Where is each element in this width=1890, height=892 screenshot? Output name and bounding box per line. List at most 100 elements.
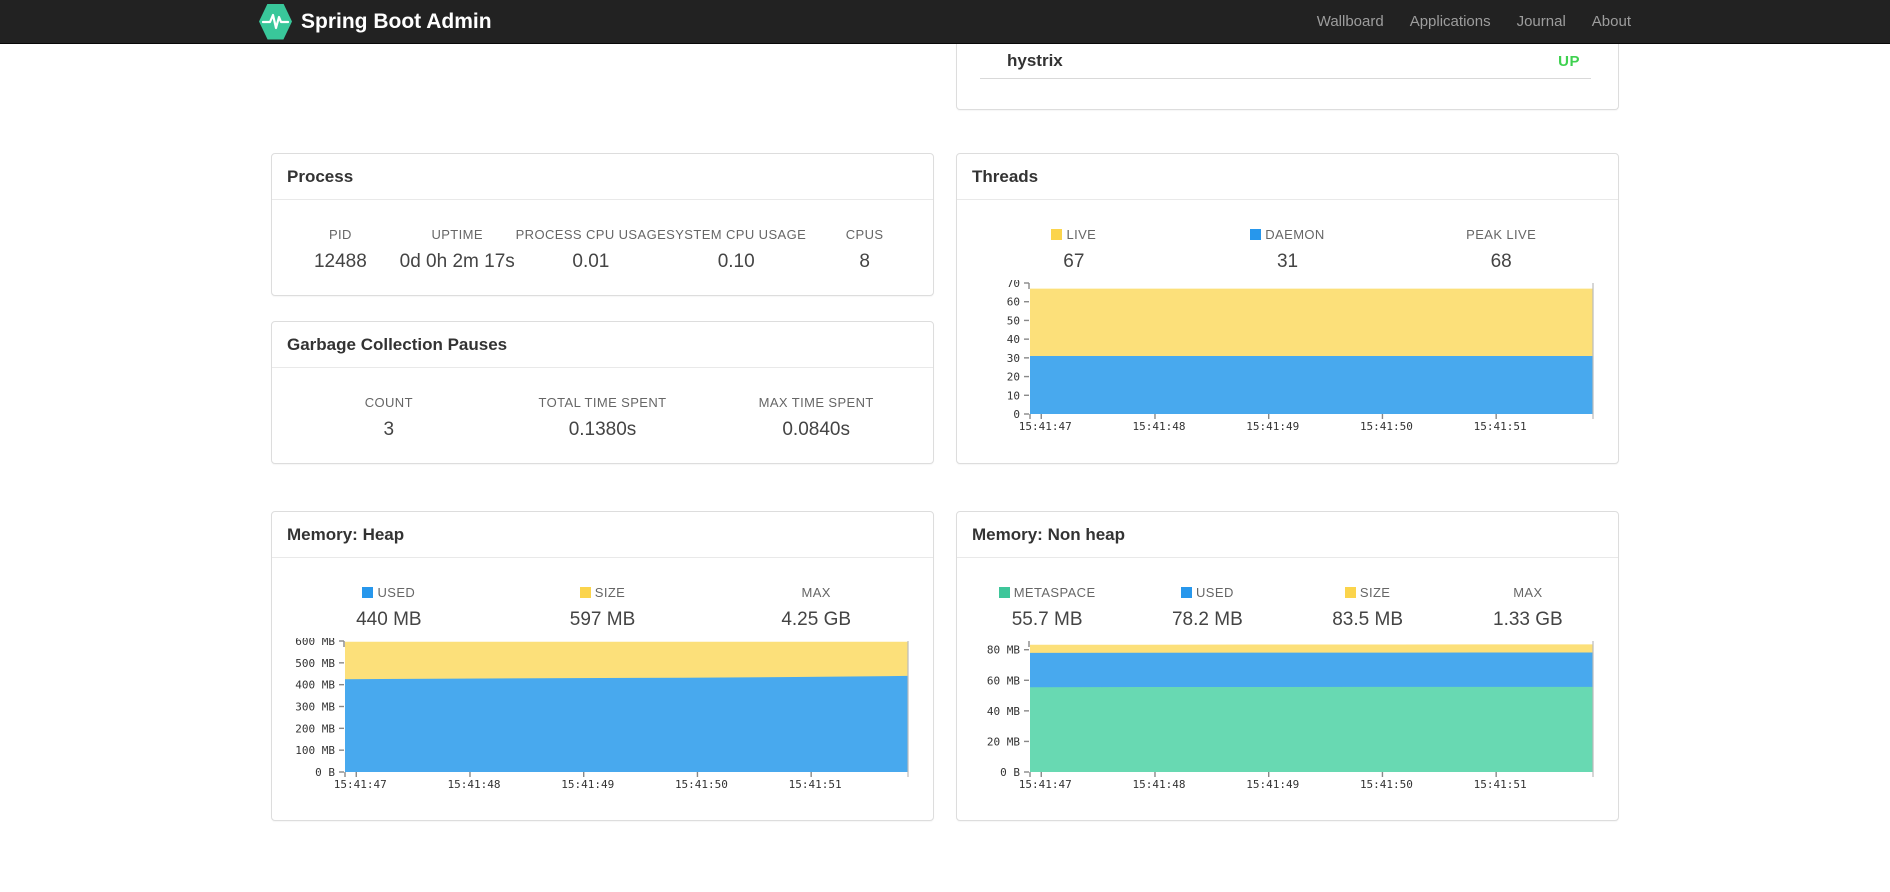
nav-link-journal[interactable]: Journal [1517, 13, 1566, 30]
threads-chart: 0 10 20 30 40 50 60 70 15:41:47 15:41:48 15:41:49 1… [972, 280, 1603, 434]
svg-text:15:41:47: 15:41:47 [334, 778, 387, 791]
size-legend-swatch [1344, 587, 1356, 598]
svg-text:15:41:49: 15:41:49 [561, 778, 614, 791]
svg-text:300 MB: 300 MB [295, 701, 335, 714]
metric-value: 0.1380s [568, 419, 637, 440]
metric-label: TOTAL TIME SPENT [538, 395, 667, 410]
svg-text:15:41:47: 15:41:47 [1019, 420, 1072, 433]
metric-label: SYSTEM CPU USAGE [666, 227, 807, 242]
metric-value: 1.33 GB [1493, 609, 1563, 630]
process-panel: Process PID 12488 UPTIME 0d 0h 2m 17s PR… [271, 153, 934, 296]
used-legend-swatch [1181, 587, 1193, 598]
memory_heap-chart-svg: 0 B 100 MB 200 MB 300 MB 400 MB 500 MB 600 MB 1… [295, 638, 909, 791]
row-divider [980, 78, 1591, 79]
metric-value: 55.7 MB [1011, 609, 1083, 630]
main-content: Process PID 12488 UPTIME 0d 0h 2m 17s PR… [271, 44, 1619, 821]
svg-text:60 MB: 60 MB [987, 674, 1020, 687]
navbar: Spring Boot Admin Wallboard Applications… [0, 0, 1890, 44]
nav-link-about[interactable]: About [1592, 13, 1631, 30]
metric-value: 0.0840s [782, 419, 850, 440]
svg-text:30: 30 [1007, 352, 1020, 365]
metric-count: COUNT 3 [282, 395, 496, 441]
size-legend-swatch [579, 587, 591, 598]
live-legend-swatch [1051, 229, 1063, 240]
svg-text:0 B: 0 B [315, 766, 335, 779]
svg-text:15:41:51: 15:41:51 [1474, 778, 1527, 791]
svg-text:60: 60 [1007, 296, 1020, 309]
metric-label: DAEMON [1265, 227, 1325, 242]
metric-value: 31 [1276, 251, 1299, 272]
metric-label: MAX [801, 585, 831, 600]
metric-label: PID [328, 227, 352, 242]
gc-metrics: COUNT 3 TOTAL TIME SPENT 0.1380s MAX TIM… [272, 368, 933, 441]
right-column: hystrix UP Threads LIVE 67 DAEMON 31 PEA… [956, 44, 1619, 821]
status-badge: UP [1558, 52, 1580, 70]
svg-text:15:41:47: 15:41:47 [1019, 778, 1072, 791]
metric-label: MAX TIME SPENT [758, 395, 874, 410]
memory-heap-chart: 0 B 100 MB 200 MB 300 MB 400 MB 500 MB 600 MB 1… [287, 638, 918, 792]
application-name[interactable]: hystrix [1007, 51, 1063, 71]
svg-text:15:41:51: 15:41:51 [789, 778, 842, 791]
nav-links: Wallboard Applications Journal About [1317, 13, 1631, 30]
metric-uptime: UPTIME 0d 0h 2m 17s [399, 227, 516, 273]
metric-heap-max: MAX 4.25 GB [709, 585, 923, 631]
metric-label: PROCESS CPU USAGE [515, 227, 667, 242]
memory-nonheap-metrics: METASPACE 55.7 MB USED 78.2 MB SIZE 83.5… [957, 558, 1618, 631]
metric-value: 440 MB [356, 609, 422, 630]
metric-value: 68 [1490, 251, 1512, 272]
metric-label: SIZE [594, 585, 626, 600]
gc-panel: Garbage Collection Pauses COUNT 3 TOTAL … [271, 321, 934, 464]
daemon-legend-swatch [1250, 229, 1262, 240]
applications-panel: hystrix UP [956, 44, 1619, 110]
metric-value: 4.25 GB [781, 609, 852, 630]
threads-panel-title: Threads [957, 154, 1618, 200]
metric-value: 67 [1063, 251, 1085, 272]
svg-text:500 MB: 500 MB [295, 657, 335, 670]
threads-metrics: LIVE 67 DAEMON 31 PEAK LIVE 68 [957, 200, 1618, 273]
nav-link-applications[interactable]: Applications [1410, 13, 1491, 30]
metric-peak-live: PEAK LIVE 68 [1394, 227, 1608, 273]
used-legend-swatch [362, 587, 374, 598]
svg-text:40: 40 [1007, 333, 1020, 346]
svg-text:600 MB: 600 MB [295, 638, 335, 648]
metric-label: MAX [1513, 585, 1543, 600]
svg-text:50: 50 [1007, 314, 1020, 327]
svg-text:40 MB: 40 MB [987, 705, 1020, 718]
metric-label: PEAK LIVE [1466, 227, 1537, 242]
metric-label: COUNT [364, 395, 413, 410]
svg-text:200 MB: 200 MB [295, 722, 335, 735]
metric-value: 12488 [313, 251, 367, 272]
metric-heap-used: USED 440 MB [282, 585, 496, 631]
left-column: Process PID 12488 UPTIME 0d 0h 2m 17s PR… [271, 44, 934, 821]
svg-text:20: 20 [1007, 371, 1020, 384]
threads-panel: Threads LIVE 67 DAEMON 31 PEAK LIVE 68 0… [956, 153, 1619, 464]
brand[interactable]: Spring Boot Admin [259, 3, 492, 40]
nav-link-wallboard[interactable]: Wallboard [1317, 13, 1384, 30]
metric-label: METASPACE [1013, 585, 1096, 600]
memory-nonheap-panel: Memory: Non heap METASPACE 55.7 MB USED … [956, 511, 1619, 821]
metaspace-legend-swatch [998, 587, 1010, 598]
svg-text:400 MB: 400 MB [295, 679, 335, 692]
memory-heap-panel: Memory: Heap USED 440 MB SIZE 597 MB MAX… [271, 511, 934, 821]
svg-text:15:41:49: 15:41:49 [1246, 778, 1299, 791]
memory-nonheap-chart: 0 B 20 MB 40 MB 60 MB 80 MB 15:41:47 15:41:48 1… [972, 638, 1603, 792]
metric-value: 0d 0h 2m 17s [399, 251, 515, 272]
metric-value: 3 [383, 419, 395, 440]
svg-text:15:41:49: 15:41:49 [1246, 420, 1299, 433]
memory_nonheap-chart-svg: 0 B 20 MB 40 MB 60 MB 80 MB 15:41:47 15:41:48 1… [987, 641, 1594, 791]
metric-nonheap-max: MAX 1.33 GB [1448, 585, 1608, 631]
application-row-hystrix[interactable]: hystrix UP [957, 44, 1618, 78]
metric-nonheap-size: SIZE 83.5 MB [1288, 585, 1448, 631]
metric-value: 597 MB [569, 609, 636, 630]
metric-process-cpu-usage: PROCESS CPU USAGE 0.01 [516, 227, 667, 273]
metric-label: CPUS [845, 227, 884, 242]
pulse-logo-icon [259, 3, 292, 40]
metric-value: 83.5 MB [1332, 609, 1403, 630]
metric-label: SIZE [1359, 585, 1391, 600]
svg-text:15:41:48: 15:41:48 [1132, 420, 1185, 433]
svg-text:10: 10 [1007, 389, 1020, 402]
metric-label: USED [377, 585, 416, 600]
metric-heap-size: SIZE 597 MB [496, 585, 710, 631]
svg-text:70: 70 [1007, 280, 1020, 290]
